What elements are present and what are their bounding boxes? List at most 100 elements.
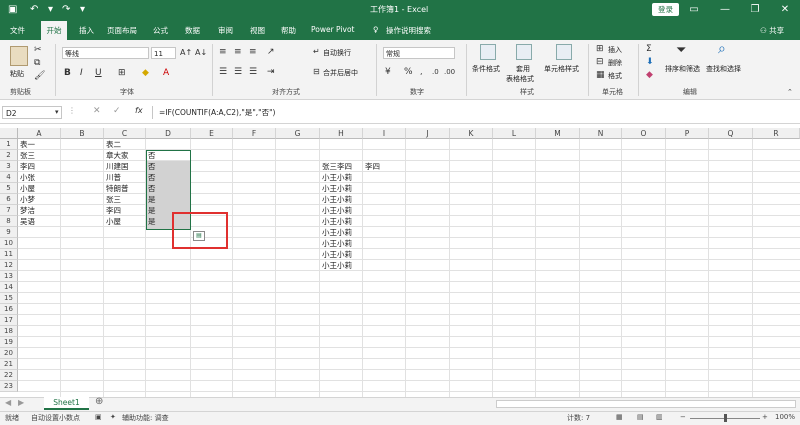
- zoom-slider-thumb[interactable]: [724, 414, 727, 422]
- column-header-p[interactable]: P: [666, 128, 709, 139]
- zoom-in-icon[interactable]: +: [762, 413, 768, 421]
- login-button[interactable]: 登录: [652, 3, 679, 16]
- percent-icon[interactable]: %: [404, 67, 413, 77]
- cell-h8[interactable]: 小王小莉: [320, 216, 363, 227]
- horizontal-scrollbar[interactable]: [496, 400, 796, 408]
- tab-page-layout[interactable]: 页面布局: [107, 25, 137, 36]
- wrap-text-button[interactable]: 自动换行: [323, 48, 351, 58]
- cell-c8[interactable]: 小屋: [104, 216, 146, 227]
- cell-h5[interactable]: 小王小莉: [320, 183, 363, 194]
- cell-a3[interactable]: 李四: [18, 161, 61, 172]
- row-header-10[interactable]: 10: [0, 238, 18, 249]
- cell-c3[interactable]: 川建国: [104, 161, 146, 172]
- column-header-a[interactable]: A: [18, 128, 61, 139]
- tab-data[interactable]: 数据: [185, 25, 200, 36]
- row-header-14[interactable]: 14: [0, 282, 18, 293]
- row-header-16[interactable]: 16: [0, 304, 18, 315]
- cell-d3[interactable]: 否: [146, 161, 191, 172]
- align-bottom-icon[interactable]: ≡: [249, 47, 257, 57]
- redo-icon[interactable]: ↷: [62, 3, 70, 16]
- delete-cells-icon[interactable]: ⊟: [596, 57, 604, 67]
- insert-function-icon[interactable]: fx: [135, 106, 143, 116]
- row-header-5[interactable]: 5: [0, 183, 18, 194]
- delete-cells-button[interactable]: 删除: [608, 58, 622, 68]
- align-top-icon[interactable]: ≡: [219, 47, 227, 57]
- format-painter-icon[interactable]: 🖌: [34, 71, 45, 81]
- column-header-c[interactable]: C: [104, 128, 146, 139]
- ribbon-display-icon[interactable]: ▭: [684, 2, 704, 18]
- column-header-o[interactable]: O: [622, 128, 666, 139]
- merge-center-icon[interactable]: ⊟: [313, 67, 320, 77]
- select-all-button[interactable]: [0, 128, 18, 139]
- customize-qat-icon[interactable]: ▾: [80, 3, 85, 16]
- column-header-k[interactable]: K: [450, 128, 493, 139]
- row-header-22[interactable]: 22: [0, 370, 18, 381]
- insert-cells-button[interactable]: 插入: [608, 45, 622, 55]
- page-break-view-icon[interactable]: ▥: [656, 413, 663, 421]
- cell-h12[interactable]: 小王小莉: [320, 260, 363, 271]
- column-header-r[interactable]: R: [753, 128, 800, 139]
- collapse-ribbon-icon[interactable]: ⌃: [787, 87, 793, 97]
- align-middle-icon[interactable]: ≡: [234, 47, 242, 57]
- row-header-3[interactable]: 3: [0, 161, 18, 172]
- tab-formulas[interactable]: 公式: [153, 25, 168, 36]
- column-header-n[interactable]: N: [580, 128, 622, 139]
- row-header-19[interactable]: 19: [0, 337, 18, 348]
- record-macro-icon[interactable]: ▣: [95, 413, 102, 421]
- cell-styles-icon[interactable]: [556, 44, 572, 60]
- name-box[interactable]: D2: [2, 106, 62, 119]
- name-box-dropdown-icon[interactable]: ▾: [55, 107, 59, 117]
- cell-c1[interactable]: 表二: [104, 139, 146, 150]
- column-header-q[interactable]: Q: [709, 128, 753, 139]
- cell-c7[interactable]: 李四: [104, 205, 146, 216]
- cell-h10[interactable]: 小王小莉: [320, 238, 363, 249]
- cut-icon[interactable]: ✂: [34, 45, 42, 55]
- status-accessibility[interactable]: 辅助功能: 调查: [122, 413, 169, 423]
- cell-a6[interactable]: 小梦: [18, 194, 61, 205]
- quick-analysis-icon[interactable]: ▤: [193, 231, 205, 241]
- increase-decimal-icon[interactable]: .0: [432, 67, 439, 77]
- row-header-7[interactable]: 7: [0, 205, 18, 216]
- cell-styles-button[interactable]: 单元格样式: [544, 64, 579, 74]
- fill-icon[interactable]: ⬇: [646, 57, 654, 67]
- paste-icon[interactable]: [10, 46, 28, 66]
- copy-icon[interactable]: ⧉: [34, 58, 40, 68]
- undo-dropdown-icon[interactable]: ▾: [48, 3, 53, 16]
- row-header-6[interactable]: 6: [0, 194, 18, 205]
- sheet-tab-sheet1[interactable]: Sheet1: [44, 397, 89, 410]
- close-icon[interactable]: ✕: [775, 2, 795, 18]
- tab-home[interactable]: 开始: [41, 21, 67, 40]
- underline-icon[interactable]: U: [95, 68, 102, 78]
- cell-a7[interactable]: 梦洁: [18, 205, 61, 216]
- conditional-format-button[interactable]: 条件格式: [472, 64, 500, 74]
- share-button[interactable]: ⚇ 共享: [760, 25, 784, 36]
- grow-font-icon[interactable]: A↑: [180, 48, 192, 58]
- column-header-e[interactable]: E: [191, 128, 233, 139]
- format-cells-button[interactable]: 格式: [608, 71, 622, 81]
- cell-a1[interactable]: 表一: [18, 139, 61, 150]
- format-cells-icon[interactable]: ▦: [596, 70, 605, 80]
- row-header-18[interactable]: 18: [0, 326, 18, 337]
- cell-h11[interactable]: 小王小莉: [320, 249, 363, 260]
- autosave-icon[interactable]: ▣: [8, 3, 17, 16]
- tell-me-search[interactable]: 操作说明搜索: [386, 25, 431, 36]
- row-header-4[interactable]: 4: [0, 172, 18, 183]
- sheet-next-icon[interactable]: ▶: [18, 398, 24, 408]
- row-header-20[interactable]: 20: [0, 348, 18, 359]
- cell-h7[interactable]: 小王小莉: [320, 205, 363, 216]
- cell-a4[interactable]: 小张: [18, 172, 61, 183]
- zoom-level[interactable]: 100%: [775, 413, 795, 421]
- cell-h9[interactable]: 小王小莉: [320, 227, 363, 238]
- row-header-15[interactable]: 15: [0, 293, 18, 304]
- column-header-f[interactable]: F: [233, 128, 276, 139]
- column-header-j[interactable]: J: [406, 128, 450, 139]
- restore-icon[interactable]: ❐: [745, 2, 765, 18]
- page-layout-view-icon[interactable]: ▤: [637, 413, 644, 421]
- cell-h6[interactable]: 小王小莉: [320, 194, 363, 205]
- undo-icon[interactable]: ↶: [30, 3, 38, 16]
- row-header-12[interactable]: 12: [0, 260, 18, 271]
- font-name-select[interactable]: 等线: [62, 47, 149, 59]
- cell-a8[interactable]: 吴语: [18, 216, 61, 227]
- new-sheet-icon[interactable]: ⊕: [95, 397, 103, 407]
- clear-icon[interactable]: ◆: [646, 70, 653, 80]
